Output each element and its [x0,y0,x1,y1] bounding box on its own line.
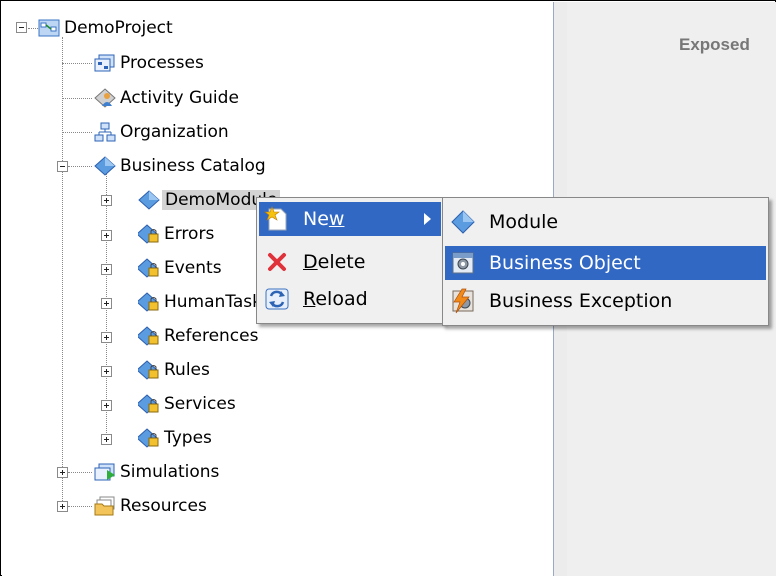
menu-item-new[interactable]: New [259,202,441,236]
tree-node-label: Simulations [120,462,220,482]
tree-node-label: DemoProject [64,18,173,38]
expand-toggle[interactable] [101,400,112,411]
tree-node-label: Resources [120,496,207,516]
locked-module-icon [138,428,159,448]
tree-node-rules[interactable]: Rules [138,358,210,382]
tree-connector [62,98,92,99]
tree-node-types[interactable]: Types [138,426,212,450]
locked-module-icon [138,292,159,312]
tree-node-errors[interactable]: Errors [138,222,214,246]
tree-node-label: Processes [120,53,204,73]
tree-node-label: Errors [164,224,215,244]
tree-node-organization[interactable]: Organization [94,120,229,144]
expand-toggle[interactable] [57,501,68,512]
business-exception-icon [452,288,474,314]
module-icon [451,210,475,234]
menu-item-reload[interactable]: Reload [259,282,441,316]
tree-node-business-catalog[interactable]: Business Catalog [94,154,266,178]
delete-icon [268,253,286,271]
tree-node-resources[interactable]: Resources [94,494,207,518]
simulations-icon [94,463,115,481]
resources-icon [94,496,115,516]
expand-toggle[interactable] [101,264,112,275]
submenu-label: Business Object [489,252,641,274]
submenu-arrow-icon [424,213,431,225]
tree-node-demoproject[interactable]: DemoProject [38,16,173,40]
locked-module-icon [138,360,159,380]
expand-toggle[interactable] [101,298,112,309]
new-mnemonic: w [328,208,345,230]
locked-module-icon [138,394,159,414]
expand-toggle[interactable] [101,366,112,377]
expand-toggle[interactable] [101,332,112,343]
organization-icon [94,122,116,142]
menu-item-delete[interactable]: Delete [259,245,441,279]
tree-connector [68,472,92,473]
expand-toggle[interactable] [101,195,112,206]
panel-heading: Exposed [679,35,750,54]
tree-node-activity-guide[interactable]: Activity Guide [94,86,239,110]
delete-label: elete [317,251,366,273]
tree-node-label: Activity Guide [120,88,239,108]
tree-connector [62,37,63,167]
tree-node-label: Organization [120,122,229,142]
expand-toggle[interactable] [101,434,112,445]
tree-node-label: HumanTasks [164,292,271,312]
activity-guide-icon [94,88,116,108]
new-icon [264,206,287,231]
module-icon [138,190,160,210]
submenu-label: Business Exception [489,290,673,312]
tree-node-label: Business Catalog [120,156,266,176]
locked-module-icon [138,224,159,244]
tree-connector [62,172,63,507]
tree-connector [62,63,92,64]
business-object-icon [452,252,474,274]
tree-node-simulations[interactable]: Simulations [94,460,219,484]
tree-connector [28,28,38,29]
submenu-item-business-exception[interactable]: Business Exception [445,284,766,318]
reload-icon [265,288,289,310]
tree-node-label: Services [164,394,236,414]
delete-mnemonic: D [303,251,318,273]
tree-node-services[interactable]: Services [138,392,236,416]
submenu-item-business-object[interactable]: Business Object [445,246,766,280]
tree-node-processes[interactable]: Processes [94,51,204,75]
new-label: Ne [303,208,329,230]
context-menu: New Delete Reload [256,197,444,324]
module-icon [94,156,116,176]
collapse-catalog-toggle[interactable] [57,161,68,172]
tree-connector [68,166,92,167]
tree-node-references[interactable]: References [138,324,258,348]
tree-connector [62,132,92,133]
reload-label: eload [315,288,368,310]
locked-module-icon [138,258,159,278]
tree-node-events[interactable]: Events [138,256,222,280]
submenu-item-module[interactable]: Module [445,205,766,239]
tree-node-label: Rules [164,360,210,380]
tree-node-humantasks[interactable]: HumanTasks [138,290,271,314]
locked-module-icon [138,326,159,346]
tree-node-label: References [164,326,259,346]
tree-node-label: Types [164,428,212,448]
expand-toggle[interactable] [57,467,68,478]
reload-mnemonic: R [303,288,316,310]
new-submenu: Module Business Object Business Exceptio… [442,197,769,326]
tree-connector [68,506,92,507]
expand-toggle[interactable] [101,230,112,241]
tree-node-label: Events [164,258,222,278]
project-icon [38,19,60,37]
processes-icon [94,54,115,72]
collapse-root-toggle[interactable] [16,22,27,33]
submenu-label: Module [489,211,559,233]
